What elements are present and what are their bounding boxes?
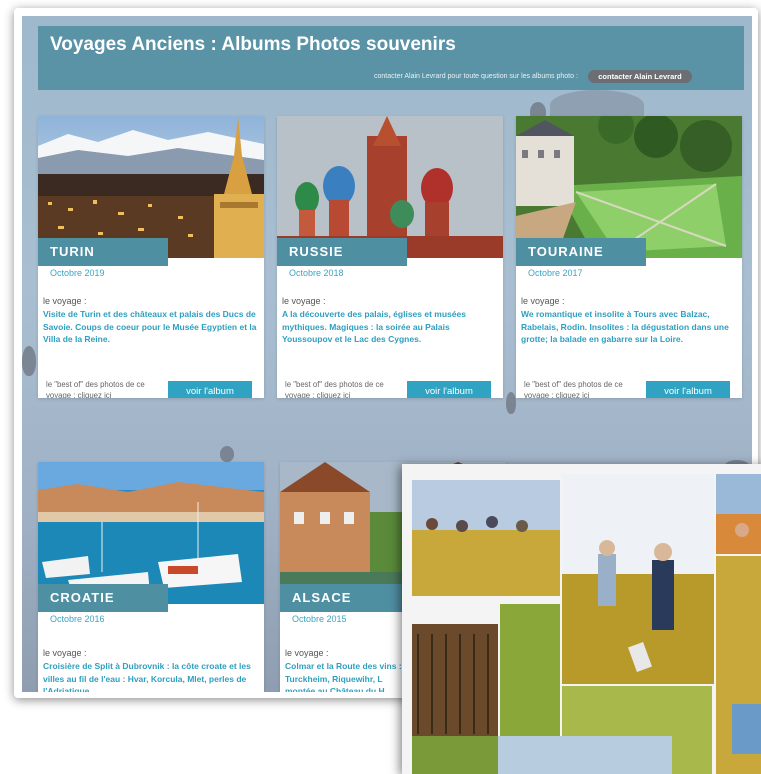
best-of-link-text[interactable]: le "best of" des photos de ce voyage : c… xyxy=(46,379,170,398)
card-intro-label: le voyage : xyxy=(285,648,329,658)
card-intro-label: le voyage : xyxy=(521,296,565,306)
russie-photo[interactable] xyxy=(277,116,503,258)
touraine-photo[interactable] xyxy=(516,116,742,258)
card-intro-label: le voyage : xyxy=(43,648,87,658)
balloon-decoration xyxy=(506,392,516,414)
card-description: Colmar et la Route des vins : Turckheim,… xyxy=(285,661,402,692)
album-card-turin: TURIN Octobre 2019 le voyage : Visite de… xyxy=(38,116,264,398)
card-title-tag: RUSSIE xyxy=(277,238,407,266)
card-title-tag: CROATIE xyxy=(38,584,168,612)
album-card-russie: RUSSIE Octobre 2018 le voyage : A la déc… xyxy=(277,116,503,398)
card-description: Visite de Turin et des châteaux et palai… xyxy=(43,309,257,344)
view-album-button[interactable]: voir l'album xyxy=(646,381,730,398)
croatie-photo[interactable] xyxy=(38,462,264,604)
card-title-tag: ALSACE xyxy=(280,584,410,612)
contact-info-text: contacter Alain Levrard pour toute quest… xyxy=(374,73,578,80)
card-date: Octobre 2015 xyxy=(292,614,347,624)
card-description: We romantique et insolite à Tours avec B… xyxy=(521,309,729,344)
card-title-tag: TURIN xyxy=(38,238,168,266)
card-intro-label: le voyage : xyxy=(43,296,87,306)
vineyard-photo-collage[interactable] xyxy=(402,464,761,774)
site-header: Voyages Anciens : Albums Photos souvenir… xyxy=(38,26,744,90)
view-album-button[interactable]: voir l'album xyxy=(407,381,491,398)
turin-photo[interactable] xyxy=(38,116,264,258)
contact-button[interactable]: contacter Alain Levrard xyxy=(588,70,692,83)
view-album-button[interactable]: voir l'album xyxy=(168,381,252,398)
best-of-link-text[interactable]: le "best of" des photos de ce voyage : c… xyxy=(285,379,409,398)
album-card-croatie: CROATIE Octobre 2016 le voyage : Croisiè… xyxy=(38,462,264,692)
balloon-decoration xyxy=(220,446,234,462)
balloon-decoration xyxy=(22,346,36,376)
card-intro-label: le voyage : xyxy=(282,296,326,306)
album-card-touraine: TOURAINE Octobre 2017 le voyage : We rom… xyxy=(516,116,742,398)
card-date: Octobre 2019 xyxy=(50,268,105,278)
card-description: A la découverte des palais, églises et m… xyxy=(282,309,466,344)
card-date: Octobre 2016 xyxy=(50,614,105,624)
card-title-tag: TOURAINE xyxy=(516,238,646,266)
card-date: Octobre 2018 xyxy=(289,268,344,278)
best-of-link-text[interactable]: le "best of" des photos de ce voyage : c… xyxy=(524,379,648,398)
card-description: Croisière de Split à Dubrovnik : la côte… xyxy=(43,661,251,692)
page-title: Voyages Anciens : Albums Photos souvenir… xyxy=(50,34,456,55)
card-date: Octobre 2017 xyxy=(528,268,583,278)
